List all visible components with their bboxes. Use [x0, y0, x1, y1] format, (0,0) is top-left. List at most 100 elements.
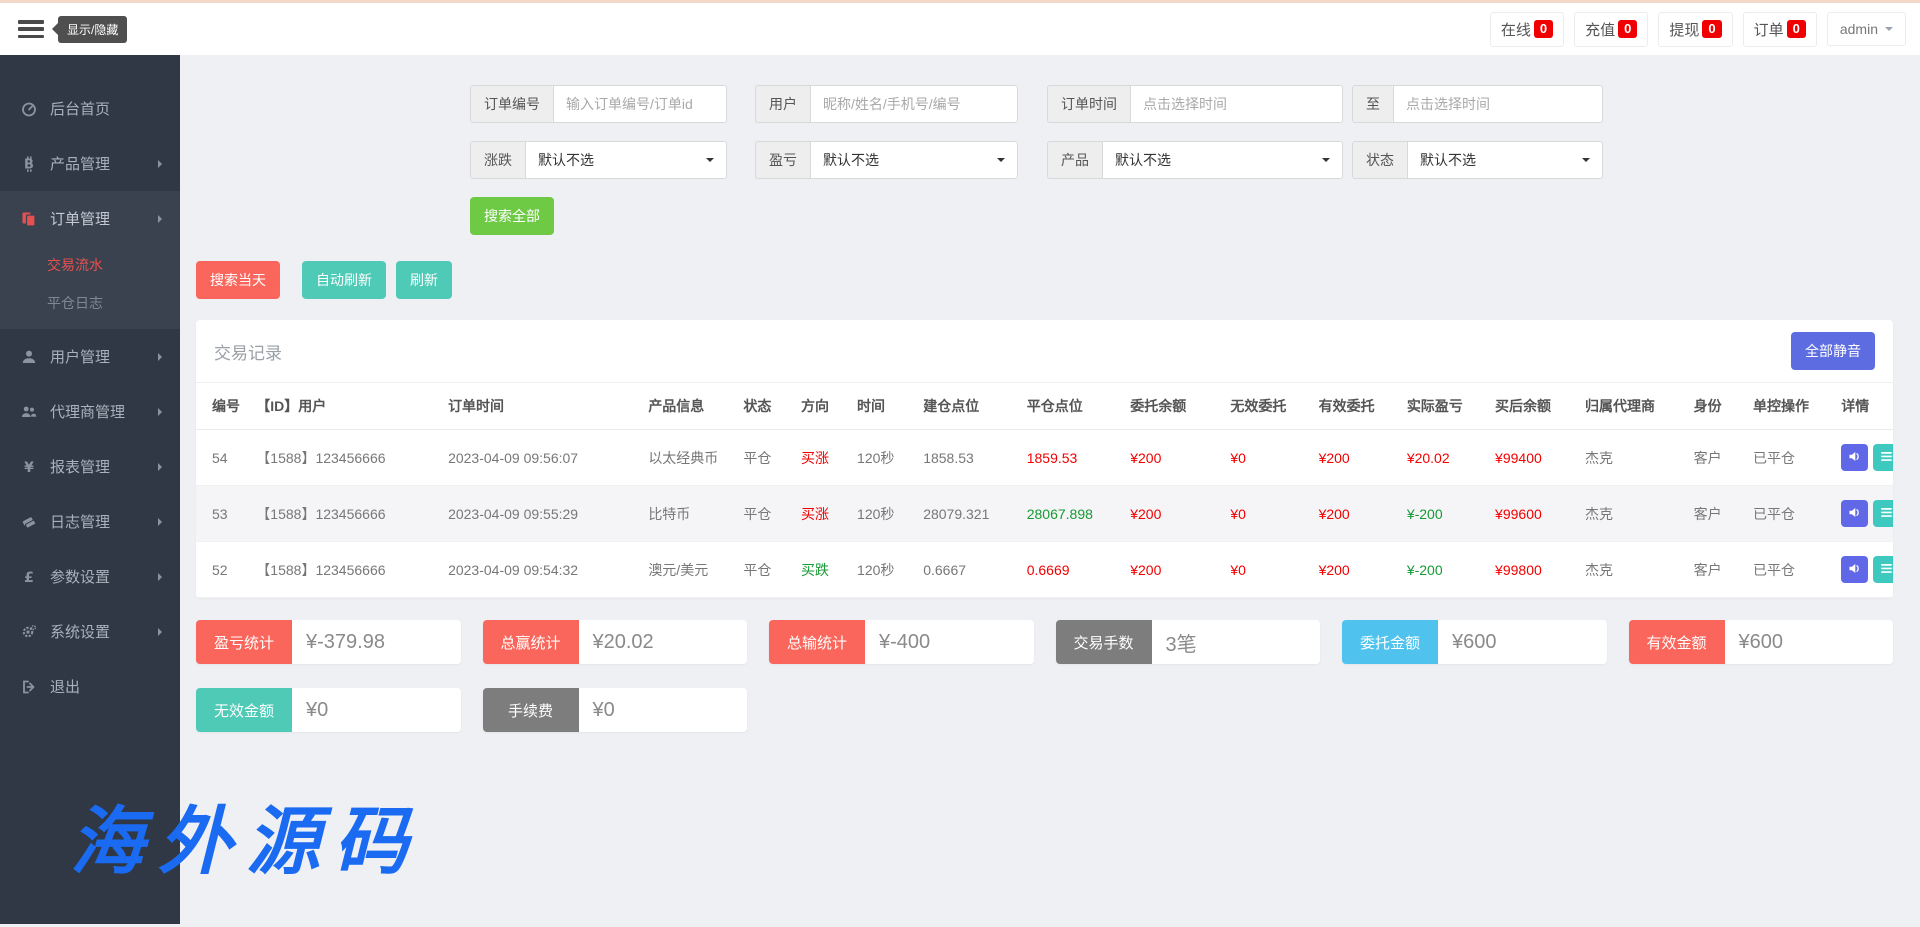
time-from-input[interactable] [1130, 85, 1343, 123]
online-count-button[interactable]: 在线 0 [1490, 12, 1564, 47]
updown-select-value: 默认不选 [538, 150, 594, 170]
detail-row-button[interactable] [1873, 556, 1893, 583]
sidebar-item-users[interactable]: 用户管理 [0, 329, 180, 384]
table-cell: 比特币 [642, 486, 737, 542]
column-header: 归属代理商 [1579, 383, 1688, 430]
table-cell: ¥0 [1224, 486, 1312, 542]
recharge-count-badge: 0 [1618, 20, 1637, 38]
table-row: 54【1588】1234566662023-04-09 09:56:07以太经典… [196, 430, 1893, 486]
order-no-input[interactable] [553, 85, 727, 123]
table-cell: 28067.898 [1021, 486, 1125, 542]
column-header: 买后余额 [1489, 383, 1579, 430]
stat-box: 委托金额¥600 [1342, 620, 1607, 664]
stat-label: 无效金额 [196, 688, 292, 732]
table-cell: 杰克 [1579, 542, 1688, 598]
select-caret-icon [706, 158, 714, 166]
sidebar-subitem-trade-flow[interactable]: 交易流水 [0, 246, 180, 284]
chevron-right-icon [158, 573, 162, 581]
logout-icon [20, 679, 38, 695]
table-cell: 已平仓 [1747, 486, 1835, 542]
admin-dropdown[interactable]: admin [1827, 12, 1906, 46]
sidebar-item-params[interactable]: £ 参数设置 [0, 549, 180, 604]
table-cell: 买涨 [795, 486, 851, 542]
withdraw-count-button[interactable]: 提现 0 [1658, 12, 1732, 47]
search-all-button[interactable]: 搜索全部 [470, 197, 554, 235]
table-cell: ¥200 [1124, 486, 1224, 542]
refresh-button[interactable]: 刷新 [396, 261, 452, 299]
user-search-input[interactable] [810, 85, 1018, 123]
stats-row-2: 无效金额¥0 手续费¥0 [196, 688, 1893, 732]
panel-title: 交易记录 [214, 339, 282, 364]
sidebar-item-logs[interactable]: 日志管理 [0, 494, 180, 549]
table-row: 53【1588】1234566662023-04-09 09:55:29比特币平… [196, 486, 1893, 542]
table-cell: 以太经典币 [642, 430, 737, 486]
sidebar-item-logout[interactable]: 退出 [0, 659, 180, 714]
detail-row-button[interactable] [1873, 444, 1893, 471]
auto-refresh-button[interactable]: 自动刷新 [302, 261, 386, 299]
sidebar-item-label: 日志管理 [50, 511, 110, 532]
stat-box: 手续费¥0 [483, 688, 748, 732]
sidebar-item-orders[interactable]: 订单管理 [0, 191, 180, 246]
online-count-badge: 0 [1534, 20, 1553, 38]
mute-row-button[interactable] [1841, 444, 1868, 471]
column-header: 详情 [1835, 383, 1893, 430]
sidebar-item-label: 后台首页 [50, 98, 110, 119]
product-select-value: 默认不选 [1115, 150, 1171, 170]
mute-row-button[interactable] [1841, 556, 1868, 583]
stat-label: 总输统计 [769, 620, 865, 664]
column-header: 无效委托 [1224, 383, 1312, 430]
sidebar-item-label: 报表管理 [50, 456, 110, 477]
sidebar-item-dashboard[interactable]: 后台首页 [0, 81, 180, 136]
table-cell: ¥20.02 [1401, 430, 1489, 486]
show-hide-button[interactable]: 显示/隐藏 [58, 16, 127, 43]
stat-box: 无效金额¥0 [196, 688, 461, 732]
column-header: 编号 [196, 383, 250, 430]
sidebar-item-agents[interactable]: 代理商管理 [0, 384, 180, 439]
table-cell: ¥200 [1124, 542, 1224, 598]
column-header: 方向 [795, 383, 851, 430]
table-cell: 0.6667 [917, 542, 1021, 598]
detail-row-button[interactable] [1873, 500, 1893, 527]
filter-section: 订单编号 用户 订单时间 至 涨跌 [470, 85, 1893, 235]
sidebar-item-reports[interactable]: ¥ 报表管理 [0, 439, 180, 494]
sidebar-item-products[interactable]: B 产品管理 [0, 136, 180, 191]
table-cell: ¥200 [1313, 486, 1401, 542]
table-cell: 平仓 [737, 486, 795, 542]
updown-select[interactable]: 默认不选 [525, 141, 727, 179]
table-cell: 平仓 [737, 542, 795, 598]
time-to-input[interactable] [1393, 85, 1603, 123]
table-cell: 买跌 [795, 542, 851, 598]
menu-toggle-icon[interactable] [18, 20, 44, 38]
recharge-count-button[interactable]: 充值 0 [1574, 12, 1648, 47]
sidebar-item-system[interactable]: 系统设置 [0, 604, 180, 659]
table-cell: 120秒 [851, 542, 917, 598]
list-icon [1879, 449, 1893, 467]
mute-all-button[interactable]: 全部静音 [1791, 332, 1875, 370]
table-cell: 2023-04-09 09:55:29 [442, 486, 642, 542]
status-select[interactable]: 默认不选 [1407, 141, 1603, 179]
sidebar-item-label: 系统设置 [50, 621, 110, 642]
pound-icon: £ [20, 569, 38, 585]
order-count-badge: 0 [1787, 20, 1806, 38]
column-header: 产品信息 [642, 383, 737, 430]
svg-text:£: £ [24, 570, 34, 585]
chevron-right-icon [158, 628, 162, 636]
stats-row-1: 盈亏统计¥-379.98总赢统计¥20.02总输统计¥-400交易手数3笔委托金… [196, 620, 1893, 664]
list-icon [1879, 505, 1893, 523]
search-today-button[interactable]: 搜索当天 [196, 261, 280, 299]
column-header: 建仓点位 [917, 383, 1021, 430]
admin-username: admin [1840, 21, 1878, 37]
sidebar-item-label: 订单管理 [50, 208, 110, 229]
row-actions-cell [1835, 486, 1893, 542]
table-cell: ¥-200 [1401, 542, 1489, 598]
filter-updown-label: 涨跌 [470, 141, 525, 179]
stat-label: 交易手数 [1056, 620, 1152, 664]
profit-select[interactable]: 默认不选 [810, 141, 1018, 179]
product-select[interactable]: 默认不选 [1102, 141, 1343, 179]
dashboard-icon [20, 101, 38, 117]
user-icon [20, 349, 38, 365]
stat-value: ¥600 [1725, 620, 1894, 664]
sidebar-subitem-close-log[interactable]: 平仓日志 [0, 284, 180, 329]
order-count-button[interactable]: 订单 0 [1743, 12, 1817, 47]
mute-row-button[interactable] [1841, 500, 1868, 527]
